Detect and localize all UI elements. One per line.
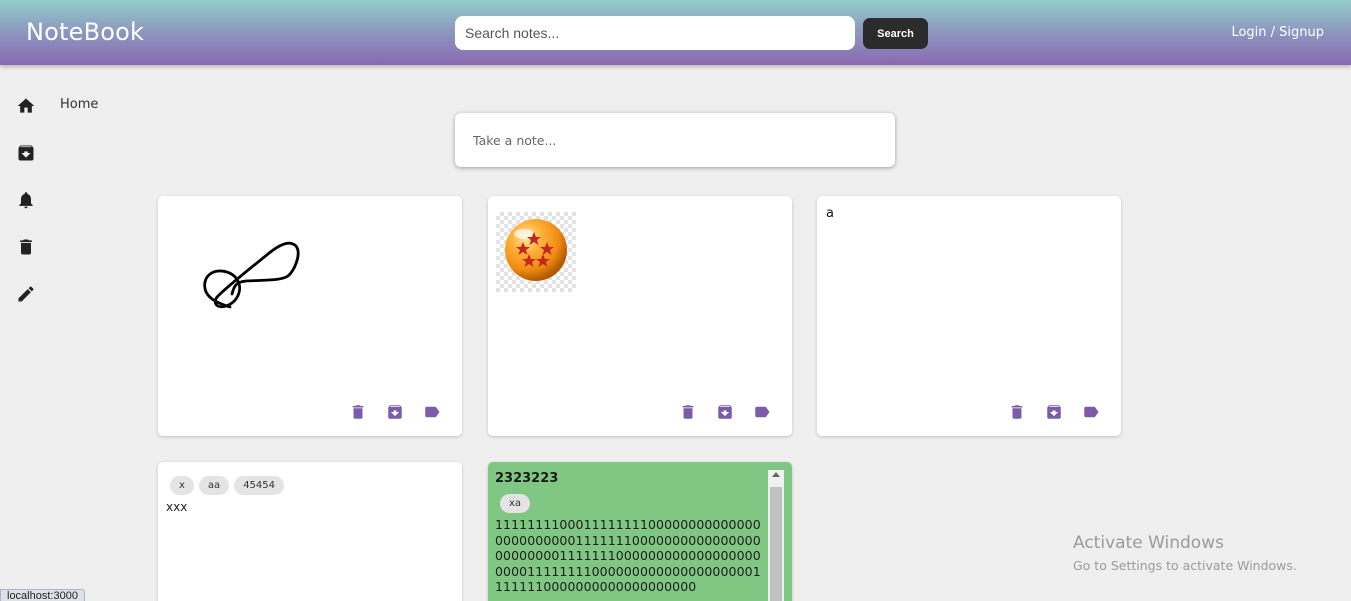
login-signup-link[interactable]: Login / Signup	[1231, 25, 1324, 40]
archive-icon[interactable]	[385, 403, 405, 421]
label-icon[interactable]	[1081, 403, 1101, 421]
note-labels: x aa 45454	[170, 473, 289, 495]
home-icon[interactable]	[16, 96, 36, 116]
archive-icon[interactable]	[715, 403, 735, 421]
label-icon[interactable]	[422, 403, 442, 421]
archive-icon[interactable]	[1044, 403, 1064, 421]
status-url: localhost:3000	[0, 589, 85, 601]
note-labels: xa	[500, 491, 535, 513]
search-button[interactable]: Search	[863, 18, 928, 49]
scroll-up-arrow-icon[interactable]	[772, 472, 780, 477]
note-card[interactable]: a	[817, 196, 1121, 436]
note-card[interactable]: 2323223 xa 11111111000111111110000000000…	[488, 462, 792, 601]
activate-windows-title: Activate Windows	[1073, 533, 1224, 553]
delete-icon[interactable]	[348, 403, 368, 421]
archive-icon[interactable]	[16, 143, 36, 163]
label-chip[interactable]: xa	[500, 494, 531, 513]
note-text: xxx	[166, 500, 188, 514]
note-card[interactable]	[158, 196, 462, 436]
note-text: 1111111100011111111000000000000000000000…	[495, 517, 761, 594]
delete-icon[interactable]	[678, 403, 698, 421]
scroll-thumb[interactable]	[770, 487, 782, 601]
label-chip[interactable]: aa	[198, 476, 230, 495]
note-actions	[348, 403, 442, 421]
note-title: 2323223	[495, 471, 559, 486]
delete-icon[interactable]	[1007, 403, 1027, 421]
note-card[interactable]: x aa 45454 xxx	[158, 462, 462, 601]
label-icon[interactable]	[752, 403, 772, 421]
app-header: NoteBook Search Login / Signup	[0, 0, 1351, 65]
note-actions	[1007, 403, 1101, 421]
activate-windows-subtitle: Go to Settings to activate Windows.	[1073, 558, 1297, 573]
drawing-sketch	[203, 241, 300, 309]
note-actions	[678, 403, 772, 421]
note-scrollbar[interactable]	[768, 470, 784, 601]
label-chip[interactable]: 45454	[234, 476, 284, 495]
take-note-input[interactable]	[455, 113, 895, 167]
trash-icon[interactable]	[16, 237, 36, 257]
note-card[interactable]	[488, 196, 792, 436]
sidebar-item-home[interactable]: Home	[60, 97, 98, 112]
label-chip[interactable]: x	[170, 476, 194, 495]
brand-logo[interactable]: NoteBook	[26, 18, 144, 46]
dragon-ball-icon	[496, 212, 576, 292]
bell-icon[interactable]	[16, 190, 36, 210]
note-text: a	[826, 206, 834, 221]
pencil-icon[interactable]	[16, 284, 36, 304]
search-input[interactable]	[455, 16, 855, 50]
